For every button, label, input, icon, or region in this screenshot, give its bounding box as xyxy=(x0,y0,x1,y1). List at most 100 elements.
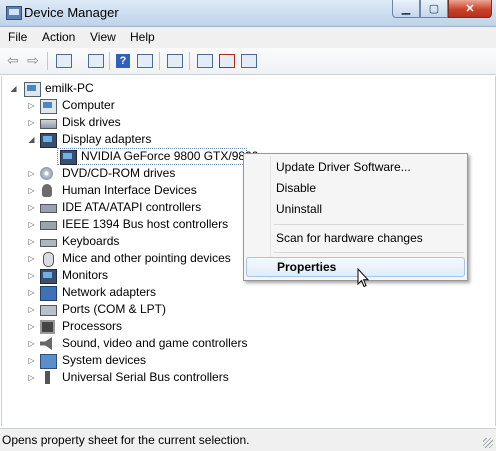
keyboard-icon xyxy=(40,239,57,247)
properties-toolbar-button[interactable] xyxy=(87,52,105,69)
tree-item-ide-ata-atapi[interactable]: ▷ IDE ATA/ATAPI controllers xyxy=(2,199,222,216)
tree-root[interactable]: ◢ emilk-PC xyxy=(2,80,202,97)
expand-arrow-icon[interactable]: ▷ xyxy=(27,369,36,386)
expand-arrow-icon[interactable]: ▷ xyxy=(27,267,36,284)
expand-arrow-icon[interactable]: ▷ xyxy=(27,233,36,250)
tree-item-disk-drives[interactable]: ▷ Disk drives xyxy=(2,114,202,131)
tree-item-label: Sound, video and game controllers xyxy=(62,336,248,350)
expand-arrow-icon[interactable]: ▷ xyxy=(27,114,36,131)
tree-item-label: Computer xyxy=(62,98,115,112)
tree-item-label: Universal Serial Bus controllers xyxy=(62,370,229,384)
expand-arrow-icon[interactable]: ▷ xyxy=(27,165,36,182)
resize-grip-icon[interactable] xyxy=(483,438,493,448)
tree-item-human-interface-devices[interactable]: ▷ Human Interface Devices xyxy=(2,182,202,199)
menu-item-uninstall[interactable]: Uninstall xyxy=(246,199,463,219)
view-icon xyxy=(137,53,153,68)
window-controls: ▁ ▢ ✕ xyxy=(392,0,492,18)
mouse-icon xyxy=(43,252,54,267)
expand-arrow-icon[interactable]: ▷ xyxy=(27,199,36,216)
collapse-arrow-icon[interactable]: ◢ xyxy=(9,80,18,97)
update-driver-button[interactable] xyxy=(196,52,214,69)
expand-arrow-icon[interactable]: ▷ xyxy=(27,182,36,199)
expand-arrow-icon[interactable]: ▷ xyxy=(27,284,36,301)
controller-icon xyxy=(40,204,57,213)
toolbar-separator xyxy=(159,52,160,70)
menu-file[interactable]: File xyxy=(8,30,27,44)
expand-arrow-icon[interactable]: ▷ xyxy=(27,97,36,114)
hid-icon xyxy=(42,184,52,197)
help-toolbar-button[interactable]: ? xyxy=(114,52,132,69)
menu-item-update-driver[interactable]: Update Driver Software... xyxy=(246,157,463,177)
tree-item-nvidia-geforce[interactable]: NVIDIA GeForce 9800 GTX/9800 xyxy=(57,148,258,165)
expand-arrow-icon[interactable]: ▷ xyxy=(27,352,36,369)
close-icon: ✕ xyxy=(465,3,475,15)
tree-item-display-adapters[interactable]: ◢ Display adapters xyxy=(2,131,202,148)
tree-item-usb-controllers[interactable]: ▷ Universal Serial Bus controllers xyxy=(2,369,242,386)
window-title: Device Manager xyxy=(24,5,119,20)
properties-icon xyxy=(88,53,104,68)
minimize-button[interactable]: ▁ xyxy=(392,0,420,18)
menu-item-label: Properties xyxy=(277,260,337,274)
maximize-button[interactable]: ▢ xyxy=(420,0,448,18)
tree-item-sound-video-game[interactable]: ▷ Sound, video and game controllers xyxy=(2,335,247,352)
menu-item-scan-hardware[interactable]: Scan for hardware changes xyxy=(246,228,463,248)
close-button[interactable]: ✕ xyxy=(448,0,492,18)
tree-item-dvd-cd-rom[interactable]: ▷ DVD/CD-ROM drives xyxy=(2,165,202,182)
tree-item-label: Keyboards xyxy=(62,234,120,248)
disable-button[interactable] xyxy=(240,52,258,69)
tree-item-keyboards[interactable]: ▷ Keyboards xyxy=(2,233,202,250)
minimize-icon: ▁ xyxy=(401,3,411,15)
menu-item-disable[interactable]: Disable xyxy=(246,178,463,198)
show-hide-console-tree-icon xyxy=(56,53,72,68)
menu-item-properties[interactable]: Properties xyxy=(246,257,465,277)
computer-icon xyxy=(24,82,41,97)
tree-item-mice[interactable]: ▷ Mice and other pointing devices xyxy=(2,250,232,267)
collapse-arrow-icon[interactable]: ◢ xyxy=(27,131,36,148)
display-adapter-icon xyxy=(60,150,77,165)
tree-item-monitors[interactable]: ▷ Monitors xyxy=(2,267,202,284)
tree-item-system-devices[interactable]: ▷ System devices xyxy=(2,352,202,369)
uninstall-icon xyxy=(219,53,235,68)
toolbar-separator xyxy=(109,52,110,70)
expand-arrow-icon[interactable]: ▷ xyxy=(27,216,36,233)
context-menu: Update Driver Software... Disable Uninst… xyxy=(243,153,468,281)
tree-item-computer[interactable]: ▷ Computer xyxy=(2,97,202,114)
show-hide-console-tree-button[interactable] xyxy=(55,52,73,69)
menu-help[interactable]: Help xyxy=(130,30,155,44)
tree-root-label: emilk-PC xyxy=(45,81,94,95)
tree-item-label: Processors xyxy=(62,319,123,333)
expand-arrow-icon[interactable]: ▷ xyxy=(27,318,36,335)
scan-hardware-button[interactable] xyxy=(166,52,184,69)
tree-item-label: Monitors xyxy=(62,268,109,282)
dvd-drive-icon xyxy=(40,167,53,180)
display-adapter-icon xyxy=(40,133,57,148)
monitor-icon xyxy=(40,269,57,284)
tree-item-processors[interactable]: ▷ Processors xyxy=(2,318,202,335)
device-manager-app-icon xyxy=(6,6,22,20)
expand-arrow-icon[interactable]: ▷ xyxy=(27,250,36,267)
back-button[interactable]: ⇦ xyxy=(4,52,22,69)
tree-item-ports[interactable]: ▷ Ports (COM & LPT) xyxy=(2,301,202,318)
forward-icon: ⇨ xyxy=(27,52,39,68)
tree-item-network-adapters[interactable]: ▷ Network adapters xyxy=(2,284,202,301)
view-toolbar-button[interactable] xyxy=(136,52,154,69)
status-text: Opens property sheet for the current sel… xyxy=(2,433,250,447)
menu-item-label: Update Driver Software... xyxy=(276,160,411,174)
usb-icon xyxy=(45,371,50,384)
menu-separator xyxy=(274,252,464,253)
title-bar: Device Manager ▁ ▢ ✕ xyxy=(0,0,496,27)
status-bar: Opens property sheet for the current sel… xyxy=(0,428,496,451)
back-icon: ⇦ xyxy=(7,52,19,68)
menu-item-label: Scan for hardware changes xyxy=(276,231,423,245)
forward-button[interactable]: ⇨ xyxy=(24,52,42,69)
expand-arrow-icon[interactable]: ▷ xyxy=(27,335,36,352)
tree-item-ieee-1394[interactable]: ▷ IEEE 1394 Bus host controllers xyxy=(2,216,228,233)
tree-item-label: Ports (COM & LPT) xyxy=(62,302,167,316)
uninstall-button[interactable] xyxy=(218,52,236,69)
processor-icon xyxy=(40,320,55,334)
menu-item-label: Disable xyxy=(276,181,317,195)
expand-arrow-icon[interactable]: ▷ xyxy=(27,301,36,318)
menu-action[interactable]: Action xyxy=(42,30,75,44)
menu-view[interactable]: View xyxy=(90,30,116,44)
tree-item-label: IDE ATA/ATAPI controllers xyxy=(62,200,202,214)
